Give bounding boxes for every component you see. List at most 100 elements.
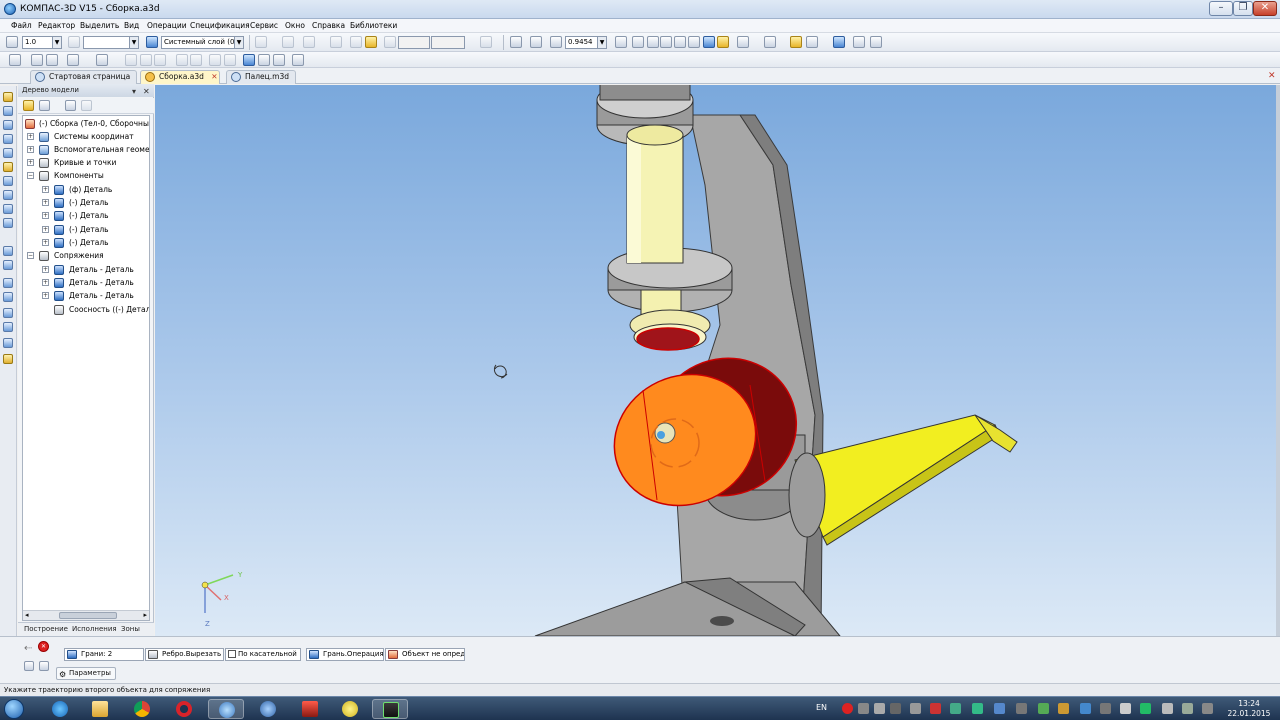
flag-icon[interactable] [1202,703,1213,714]
face-operation-field[interactable]: Грань.Операция в [306,648,384,661]
angle-step-icon[interactable] [68,36,80,48]
close-icon[interactable]: ✕ [1268,71,1276,81]
expand-icon[interactable]: + [42,199,49,206]
menu-operations[interactable]: Операции [147,21,187,30]
wireframe-icon[interactable] [674,36,686,48]
layer-combo[interactable]: Системный слой (0) ▼ [161,36,244,49]
taskbar-chrome[interactable] [124,699,160,719]
network-icon[interactable] [1162,703,1173,714]
tray-icon[interactable] [950,703,961,714]
tray-icon[interactable] [1016,703,1027,714]
tab-parameters[interactable]: ⚙ Параметры [56,667,116,680]
sheet-metal-icon[interactable] [3,260,13,270]
zoom-in-icon[interactable] [550,36,562,48]
tab-part[interactable]: Палец.m3d [226,70,296,84]
tray-icon[interactable] [858,703,869,714]
zoom-out-icon[interactable] [530,36,542,48]
tray-icon[interactable] [874,703,885,714]
taskbar-explorer[interactable] [82,699,118,719]
bluetooth-icon[interactable] [1080,703,1091,714]
expand-icon[interactable]: + [42,186,49,193]
tab-start-page[interactable]: Стартовая страница [30,70,138,84]
edit-assembly-icon[interactable] [3,92,13,102]
angle-combo[interactable]: ▼ [83,36,139,49]
coord-x-field[interactable] [398,36,430,49]
menu-window[interactable]: Окно [285,21,305,30]
cut-icon[interactable] [125,54,137,66]
tab-zones[interactable]: Зоны [121,625,140,633]
pin-icon[interactable]: ▾ [132,85,136,98]
expand-icon[interactable]: + [42,212,49,219]
open-folder-icon[interactable] [31,54,43,66]
tab-variants[interactable]: Исполнения [72,625,117,633]
rebuild-icon[interactable] [833,36,845,48]
expand-icon[interactable]: + [42,279,49,286]
zoom-combo[interactable]: 0.9454 ▼ [565,36,607,49]
selection-filter-icon[interactable] [3,354,13,364]
tangent-checkbox[interactable]: По касательной [225,648,301,661]
menu-libraries[interactable]: Библиотеки [350,21,397,30]
ortho-icon[interactable] [330,36,342,48]
collapse-icon[interactable]: − [27,252,34,259]
spec-icon[interactable] [3,218,13,228]
undo-icon[interactable] [209,54,221,66]
expand-icon[interactable]: + [42,266,49,273]
menu-view[interactable]: Вид [124,21,139,30]
grid-icon[interactable] [303,36,315,48]
hidden-lines-icon[interactable] [688,36,700,48]
taskbar-ie[interactable] [42,699,78,719]
maximize-button[interactable]: ❐ [1233,1,1253,16]
tree-settings-icon[interactable] [81,100,92,111]
shaded-edges-icon[interactable] [717,36,729,48]
welds-icon[interactable] [3,292,13,302]
expand-icon[interactable]: + [42,239,49,246]
pipes-icon[interactable] [3,278,13,288]
record-icon[interactable] [842,703,853,714]
tray-icon[interactable] [910,703,921,714]
collapse-icon[interactable]: − [27,172,34,179]
faces-field[interactable]: Грани: 2 [64,648,144,661]
tray-icon[interactable] [1058,703,1069,714]
curves-icon[interactable] [3,134,13,144]
create-object-icon[interactable] [24,661,34,671]
tray-icon[interactable] [994,703,1005,714]
library-elements-icon[interactable] [3,338,13,348]
variables-icon[interactable] [273,54,285,66]
rotate-icon[interactable] [632,36,644,48]
brush-icon[interactable] [190,54,202,66]
windows-start-button[interactable] [4,699,24,719]
pin-icon[interactable]: ⇠ [24,643,32,654]
scroll-left-icon[interactable]: ◂ [25,611,29,619]
menu-service[interactable]: Сервис [250,21,278,30]
close-button[interactable]: ✕ [1253,1,1277,16]
array-icon[interactable] [3,190,13,200]
tree-filter-icon[interactable] [65,100,76,111]
expand-icon[interactable]: + [27,146,34,153]
snap-icon[interactable] [282,36,294,48]
tray-icon[interactable] [890,703,901,714]
zoom-window-icon[interactable] [510,36,522,48]
report-icon[interactable] [3,246,13,256]
scroll-right-icon[interactable]: ▸ [143,611,147,619]
keyboard-language[interactable]: EN [816,703,827,712]
pan-icon[interactable] [255,36,267,48]
base-part[interactable] [534,577,841,636]
orientation-icon[interactable] [660,36,672,48]
tray-icon[interactable] [1140,703,1151,714]
expand-icon[interactable]: + [42,226,49,233]
expand-icon[interactable]: + [27,133,34,140]
manager-icon[interactable] [243,54,255,66]
view-options-icon[interactable] [806,36,818,48]
step-combo[interactable]: 1.0 ▼ [22,36,62,49]
help-icon[interactable] [292,54,304,66]
menu-file[interactable]: Файл [11,21,32,30]
shaded-icon[interactable] [703,36,715,48]
object-field[interactable]: Объект не опред [385,648,465,661]
close-icon[interactable]: ✕ [143,85,150,98]
stop-icon[interactable]: ✕ [38,641,49,652]
coords-icon[interactable] [384,36,396,48]
taskbar-kompas[interactable] [208,699,244,719]
refresh-icon[interactable] [615,36,627,48]
menu-specification[interactable]: Спецификация [190,21,250,30]
tree-structure-icon[interactable] [23,100,34,111]
